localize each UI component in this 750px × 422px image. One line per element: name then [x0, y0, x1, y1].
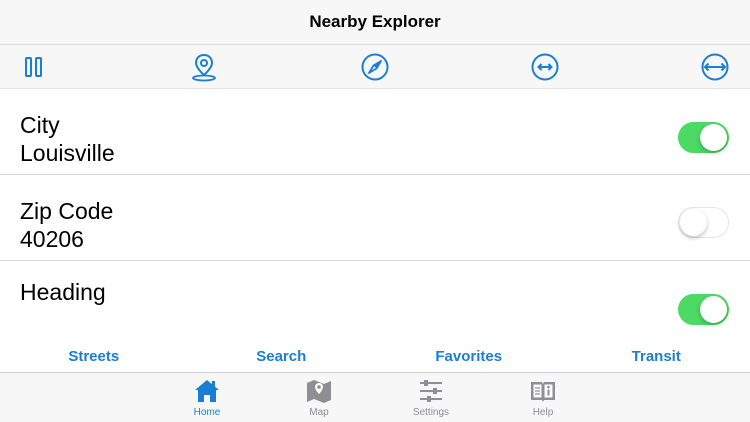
city-value: Louisville	[20, 140, 115, 166]
tab-map[interactable]: Map	[289, 377, 349, 422]
narrow-range-button[interactable]	[530, 52, 560, 82]
tab-help-label: Help	[532, 407, 554, 418]
toggle-knob	[680, 208, 707, 236]
heading-toggle[interactable]	[678, 294, 729, 325]
pause-icon	[25, 57, 42, 77]
tab-help[interactable]: Help	[513, 377, 573, 422]
list-item-heading: Heading	[0, 261, 750, 347]
city-label: City	[20, 112, 60, 138]
location-button[interactable]	[189, 52, 219, 82]
app-title: Nearby Explorer	[309, 12, 441, 31]
home-icon	[195, 380, 219, 402]
tab-settings-label: Settings	[412, 407, 450, 418]
compass-button[interactable]	[360, 52, 390, 82]
filter-list: City Louisville Zip Code 40206 Heading	[0, 89, 750, 347]
transit-link[interactable]: Transit	[563, 342, 750, 372]
title-bar: Nearby Explorer	[0, 0, 750, 45]
compass-icon	[361, 53, 389, 81]
favorites-link[interactable]: Favorites	[375, 342, 563, 372]
small-width-icon	[531, 53, 559, 81]
zip-code-label: Zip Code	[20, 198, 114, 224]
heading-label: Heading	[20, 279, 106, 305]
list-item-zip-code: Zip Code 40206	[0, 175, 750, 261]
tab-settings[interactable]: Settings	[401, 377, 461, 422]
wide-width-icon	[701, 53, 729, 81]
tab-home[interactable]: Home	[177, 377, 237, 422]
wide-range-button[interactable]	[700, 52, 730, 82]
search-link[interactable]: Search	[188, 342, 376, 372]
tab-home-label: Home	[193, 407, 221, 418]
toggle-knob	[700, 124, 727, 151]
zip-code-toggle[interactable]	[678, 207, 729, 238]
pause-button[interactable]	[19, 52, 49, 82]
quick-links: Streets Search Favorites Transit	[0, 342, 750, 372]
zip-code-value: 40206	[20, 226, 84, 252]
list-item-city: City Louisville	[0, 89, 750, 175]
tab-bar: Home Map Settings Help	[0, 372, 750, 422]
location-pin-icon	[192, 53, 216, 82]
help-book-icon	[531, 382, 555, 402]
sliders-icon	[420, 380, 442, 402]
toggle-knob	[700, 296, 727, 323]
tab-map-label: Map	[309, 407, 329, 418]
streets-link[interactable]: Streets	[0, 342, 188, 372]
toolbar	[0, 45, 750, 89]
map-icon	[307, 380, 331, 403]
city-toggle[interactable]	[678, 122, 729, 153]
